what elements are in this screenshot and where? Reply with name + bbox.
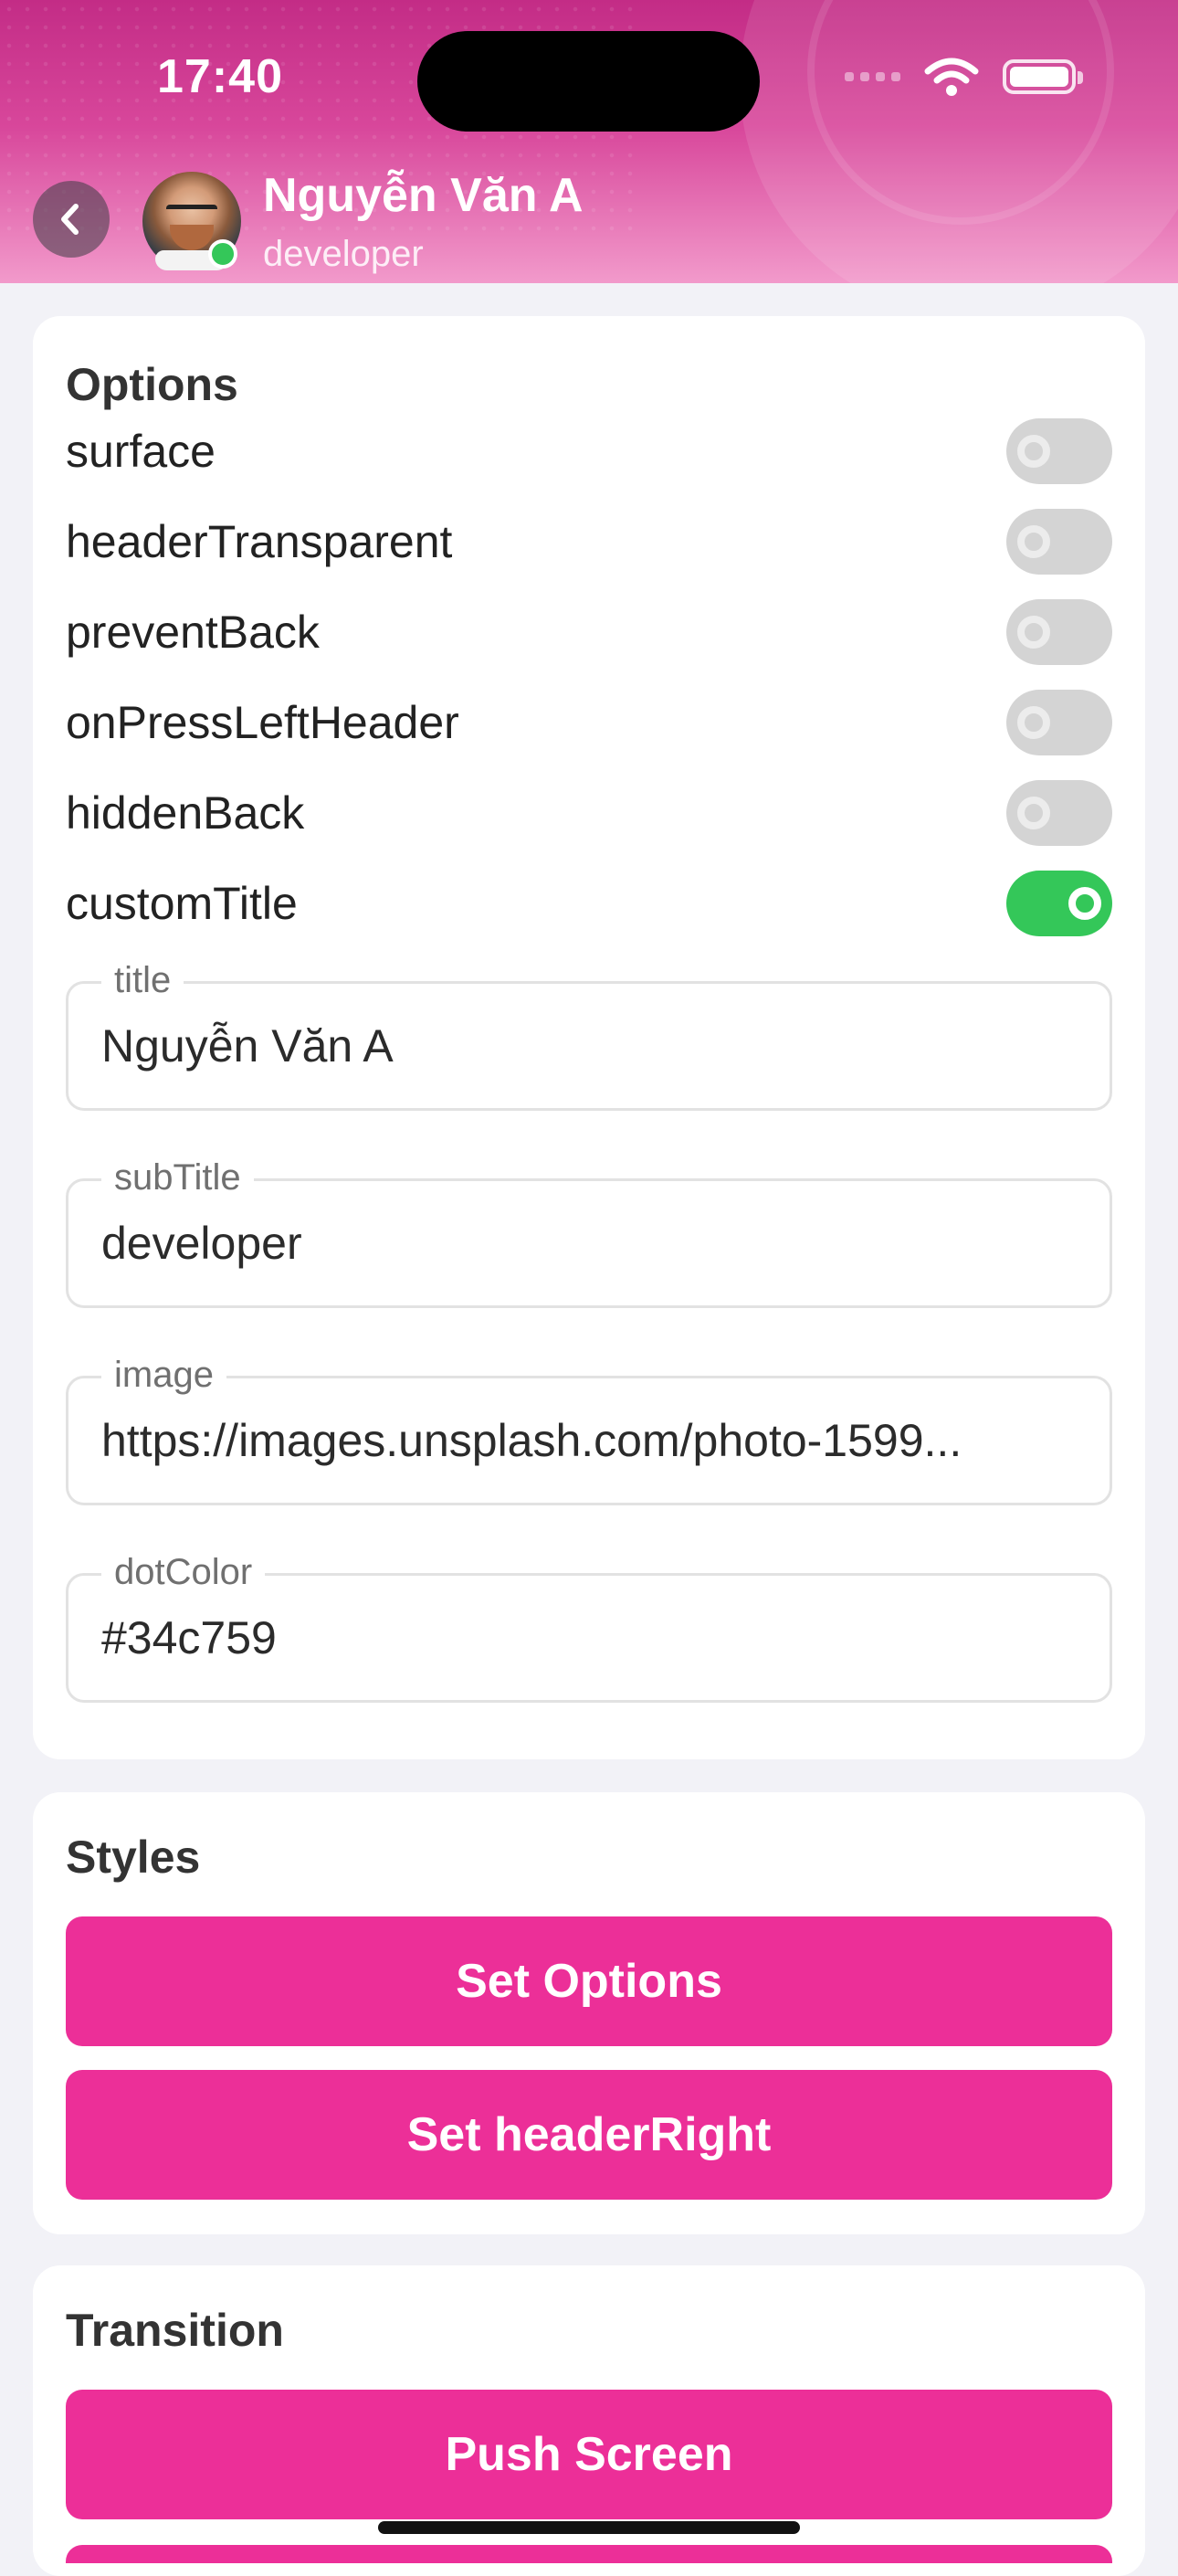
cellular-signal-icon bbox=[845, 72, 900, 81]
title-field[interactable]: title Nguyễn Văn A bbox=[66, 960, 1112, 1111]
dynamic-island bbox=[417, 31, 760, 132]
wifi-icon bbox=[924, 58, 979, 96]
push-screen-button[interactable]: Push Screen bbox=[66, 2390, 1112, 2519]
section-title-options: Options bbox=[66, 359, 238, 410]
option-row-surface: surface bbox=[66, 415, 1112, 488]
dot-color-input[interactable]: #34c759 bbox=[101, 1611, 1077, 1664]
on-press-left-header-toggle[interactable] bbox=[1006, 690, 1112, 755]
option-row-header-transparent: headerTransparent bbox=[66, 505, 1112, 578]
status-icons bbox=[845, 57, 1083, 97]
option-label: customTitle bbox=[66, 878, 298, 929]
options-card: Options surface headerTransparent preven… bbox=[33, 316, 1145, 1759]
image-input[interactable]: https://images.unsplash.com/photo-1599..… bbox=[101, 1414, 1077, 1467]
home-indicator bbox=[378, 2521, 800, 2534]
option-row-prevent-back: preventBack bbox=[66, 596, 1112, 669]
image-field[interactable]: image https://images.unsplash.com/photo-… bbox=[66, 1355, 1112, 1505]
chevron-left-icon bbox=[61, 204, 79, 235]
dot-color-field[interactable]: dotColor #34c759 bbox=[66, 1552, 1112, 1703]
option-row-hidden-back: hiddenBack bbox=[66, 776, 1112, 850]
field-label: title bbox=[101, 960, 184, 1001]
option-row-on-press-left-header: onPressLeftHeader bbox=[66, 686, 1112, 759]
online-status-dot bbox=[208, 239, 237, 269]
prevent-back-toggle[interactable] bbox=[1006, 599, 1112, 665]
title-input[interactable]: Nguyễn Văn A bbox=[101, 1019, 1077, 1072]
header-transparent-toggle[interactable] bbox=[1006, 509, 1112, 575]
option-row-custom-title: customTitle bbox=[66, 867, 1112, 940]
next-button-peek[interactable] bbox=[66, 2545, 1112, 2563]
option-label: preventBack bbox=[66, 607, 320, 658]
section-title-transition: Transition bbox=[66, 2305, 284, 2356]
field-label: image bbox=[101, 1355, 226, 1396]
option-label: surface bbox=[66, 426, 216, 477]
set-options-button[interactable]: Set Options bbox=[66, 1916, 1112, 2046]
status-time: 17:40 bbox=[157, 50, 283, 103]
custom-title-toggle[interactable] bbox=[1006, 871, 1112, 936]
field-label: subTitle bbox=[101, 1157, 254, 1198]
option-label: onPressLeftHeader bbox=[66, 697, 459, 748]
surface-toggle[interactable] bbox=[1006, 418, 1112, 484]
subtitle-field[interactable]: subTitle developer bbox=[66, 1157, 1112, 1308]
set-header-right-button[interactable]: Set headerRight bbox=[66, 2070, 1112, 2200]
styles-card: Styles Set Options Set headerRight bbox=[33, 1792, 1145, 2234]
option-label: hiddenBack bbox=[66, 787, 305, 839]
battery-icon bbox=[1003, 59, 1083, 94]
subtitle-input[interactable]: developer bbox=[101, 1217, 1077, 1270]
navigation-header: 17:40 Nguyễn Văn A developer bbox=[0, 0, 1178, 283]
header-title: Nguyễn Văn A bbox=[263, 169, 584, 222]
back-button[interactable] bbox=[33, 181, 110, 258]
header-subtitle: developer bbox=[263, 234, 424, 274]
field-label: dotColor bbox=[101, 1552, 266, 1593]
option-label: headerTransparent bbox=[66, 516, 453, 567]
hidden-back-toggle[interactable] bbox=[1006, 780, 1112, 846]
section-title-styles: Styles bbox=[66, 1832, 201, 1883]
